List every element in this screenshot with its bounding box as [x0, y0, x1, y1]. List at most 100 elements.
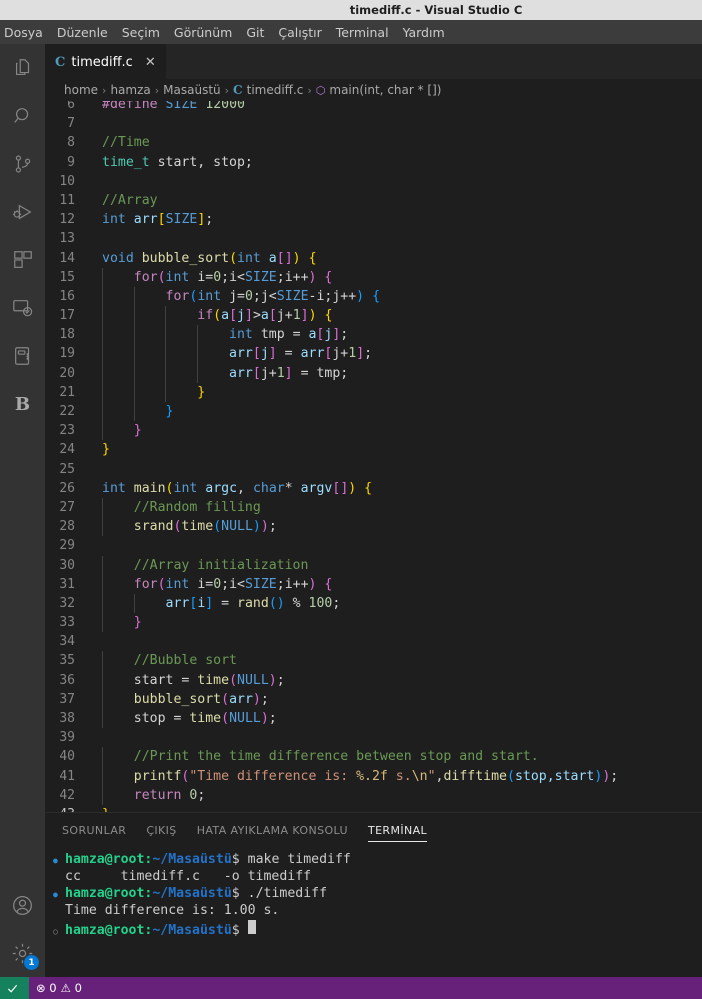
remote-indicator[interactable] [0, 977, 29, 999]
code-line[interactable]: 26 int main(int argc, char* argv[]) { [45, 479, 702, 498]
bookmark-letter-icon[interactable]: B [0, 380, 45, 428]
code-line[interactable]: 38 stop = time(NULL); [45, 709, 702, 729]
code-token: stop,start [514, 768, 595, 784]
code-line[interactable]: 30 //Array initialization [45, 555, 702, 575]
extensions-icon[interactable] [0, 236, 45, 284]
code-token: SIZE [165, 101, 198, 112]
code-token: arr [165, 595, 190, 611]
code-line[interactable]: 7 [45, 114, 702, 133]
code-line[interactable]: 16 for(int j=0;j<SIZE-i;j++) { [45, 286, 702, 307]
editor-tab-timediff[interactable]: C timediff.c ✕ [45, 44, 167, 79]
menu-item-se-im[interactable]: Seçim [115, 23, 167, 42]
code-line[interactable]: 11 //Array [45, 191, 702, 210]
line-number: 13 [59, 231, 75, 247]
panel-tab-sorunlar[interactable]: SORUNLAR [62, 813, 126, 848]
menu-item-d-zenle[interactable]: Düzenle [50, 23, 115, 42]
indent-guide [102, 593, 103, 614]
line-number: 43 [45, 805, 89, 812]
menu-item-g-r-n-m[interactable]: Görünüm [167, 23, 239, 42]
code-line[interactable]: 12 int arr[SIZE]; [45, 210, 702, 229]
panel-tab-termi-nal[interactable]: TERMİNAL [367, 813, 428, 848]
code-line[interactable]: 25 [45, 460, 702, 479]
code-token: main [133, 480, 166, 496]
panel-tab-hata-ayiklama-konsolu[interactable]: HATA AYIKLAMA KONSOLU [197, 813, 348, 848]
code-token: ; [260, 691, 269, 707]
menu-item-dosya[interactable]: Dosya [0, 23, 50, 42]
breadcrumb-item[interactable]: timediff.c [247, 83, 304, 97]
code-line[interactable]: 15 for(int i=0;i<SIZE;i++) { [45, 267, 702, 287]
code-token: ( [229, 250, 238, 266]
line-number: 38 [59, 711, 75, 726]
code-line[interactable]: 13 [45, 229, 702, 248]
panel-tab-çikiş[interactable]: ÇIKIŞ [146, 813, 176, 848]
code-token: rand [237, 595, 269, 611]
code-line[interactable]: 9 time_t start, stop; [45, 153, 702, 172]
menu-item-yard-m[interactable]: Yardım [396, 23, 452, 42]
code-line[interactable]: 20 arr[j+1] = tmp; [45, 363, 702, 383]
indent-guide [102, 402, 103, 422]
code-line[interactable]: 33 } [45, 613, 702, 633]
code-line[interactable]: 27 //Random filling [45, 497, 702, 518]
code-token: ) [252, 519, 261, 535]
code-token: ] [356, 346, 365, 362]
breadcrumb-item[interactable]: hamza [110, 83, 150, 97]
code-line[interactable]: 43} [45, 805, 702, 812]
files-icon[interactable] [0, 44, 45, 92]
menu-item--al-t-r[interactable]: Çalıştır [271, 23, 328, 42]
breadcrumb-item[interactable]: home [64, 83, 98, 97]
code-line[interactable]: 34 [45, 632, 702, 651]
code-line[interactable]: 40 //Print the time difference between s… [45, 747, 702, 767]
line-number: 16 [59, 288, 75, 304]
code-token: { [364, 480, 373, 496]
code-line[interactable]: 29 [45, 536, 702, 555]
code-line[interactable]: 36 start = time(NULL); [45, 670, 702, 690]
tab-bar-filler [166, 44, 702, 79]
code-line[interactable]: 28 srand(time(NULL)); [45, 517, 702, 537]
code-line[interactable]: 19 arr[j] = arr[j+1]; [45, 344, 702, 364]
close-icon[interactable]: ✕ [145, 56, 156, 69]
code-line[interactable]: 18 int tmp = a[j]; [45, 325, 702, 345]
code-line[interactable]: 31 for(int i=0;i<SIZE;i++) { [45, 574, 702, 594]
notebook-icon[interactable] [0, 332, 45, 380]
code-token: 1 [348, 346, 357, 362]
code-line-content: for(int j=0;j<SIZE-i;j++) { [89, 286, 702, 307]
search-icon[interactable] [0, 92, 45, 140]
code-line[interactable]: 23 } [45, 421, 702, 441]
code-line[interactable]: 8 //Time [45, 133, 702, 152]
code-line[interactable]: 39 [45, 728, 702, 747]
menu-item-git[interactable]: Git [239, 23, 271, 42]
code-line[interactable]: 21 } [45, 382, 702, 402]
run-debug-icon[interactable] [0, 188, 45, 236]
code-line[interactable]: 10 [45, 172, 702, 191]
code-line[interactable]: 6 #define SIZE 12000 [45, 101, 702, 114]
remote-explorer-icon[interactable] [0, 284, 45, 332]
source-control-icon[interactable] [0, 140, 45, 188]
code-line[interactable]: 17 if(a[j]>a[j+1]) { [45, 306, 702, 326]
code-editor[interactable]: 6 #define SIZE 12000 7 8//Time 9 time_t start… [45, 101, 702, 812]
code-token: time_t [102, 154, 150, 170]
code-line[interactable]: 42 return 0; [45, 785, 702, 805]
terminal-output[interactable]: hamza@root:~/Masaüstü$ make timediffcc t… [45, 848, 702, 977]
code-token: ( [507, 768, 515, 784]
code-token: ( [221, 711, 230, 726]
account-icon[interactable] [0, 881, 45, 929]
code-line[interactable]: 32 arr[i] = rand() % 100; [45, 593, 702, 614]
breadcrumb-item[interactable]: Masaüstü [163, 83, 220, 97]
gear-icon[interactable]: 1 [0, 929, 45, 977]
code-line[interactable]: 14 void bubble_sort(int a[]) { [45, 249, 702, 268]
status-problems[interactable]: ⊗ 0 ⚠ 0 [29, 977, 89, 999]
line-number: 25 [59, 461, 75, 477]
code-line[interactable]: 35 //Bubble sort [45, 651, 702, 671]
code-line[interactable]: 22 } [45, 402, 702, 422]
code-line[interactable]: 37 bubble_sort(arr); [45, 689, 702, 709]
breadcrumb-item[interactable]: main(int, char * []) [329, 83, 441, 97]
code-line[interactable]: 41 printf ("Time difference is: %.2f s.\n… [45, 766, 702, 786]
menu-item-terminal[interactable]: Terminal [329, 23, 396, 42]
code-line[interactable]: 24} [45, 440, 702, 459]
code-token: j [260, 346, 269, 362]
code-token: ) [260, 711, 269, 726]
